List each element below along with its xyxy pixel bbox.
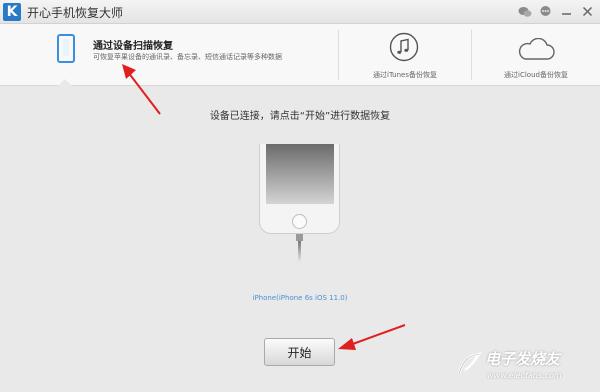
watermark-text: 电子发烧友 bbox=[485, 350, 561, 368]
watermark-logo-icon bbox=[457, 352, 482, 375]
annotation-arrow-start bbox=[338, 324, 406, 350]
annotation-arrows bbox=[122, 64, 406, 350]
site-watermark: 电子发烧友 www.elecfans.com bbox=[455, 348, 590, 386]
annotation-arrow-tab bbox=[122, 64, 161, 115]
watermark-url: www.elecfans.com bbox=[487, 371, 562, 380]
